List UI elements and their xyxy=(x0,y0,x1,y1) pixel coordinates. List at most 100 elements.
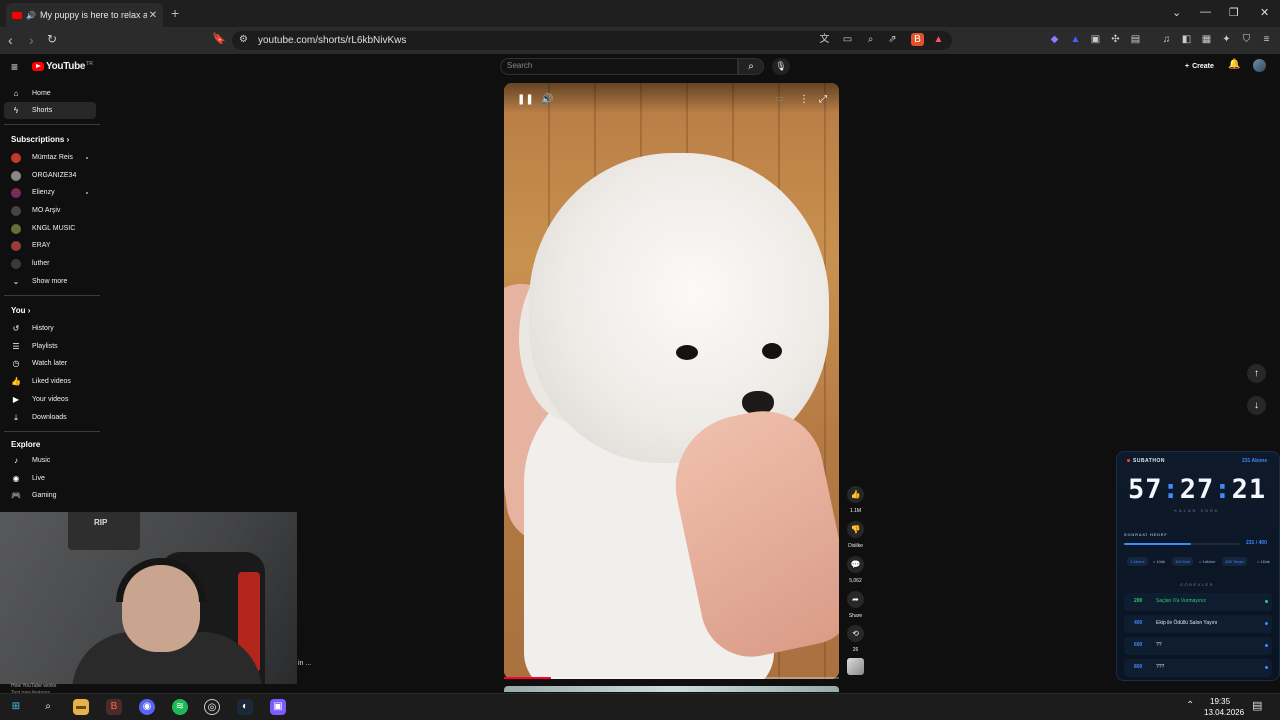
sidebar-item-label: Shorts xyxy=(32,107,53,114)
zoom-icon[interactable]: ⌕ xyxy=(864,33,877,46)
sidebar-item-subscription[interactable]: luther xyxy=(4,255,96,272)
steam-icon[interactable]: ◐ xyxy=(237,699,253,715)
tab-title: My puppy is here to relax and xyxy=(39,10,147,20)
speaker-icon[interactable]: 🔊 xyxy=(26,11,36,20)
tray-chevron-up-icon[interactable]: ⌃ xyxy=(1186,700,1194,711)
subscriptions-heading[interactable]: Subscriptions › xyxy=(11,135,69,144)
next-short-button[interactable]: ↓ xyxy=(1247,396,1266,415)
brave-rewards-icon[interactable]: ▲ xyxy=(932,33,945,46)
fullscreen-icon[interactable]: ⤢ xyxy=(819,94,827,105)
next-short-preview[interactable] xyxy=(504,686,839,692)
clock-time[interactable]: 19:35 xyxy=(1210,697,1230,706)
share-icon: ➦ xyxy=(852,595,859,604)
vpn-icon[interactable]: ⛉ xyxy=(1240,33,1253,46)
notifications-icon[interactable]: 🔔 xyxy=(1228,59,1240,70)
sidebar-item-history[interactable]: ↺ History xyxy=(4,320,96,337)
windows-start-icon[interactable]: ⊞ xyxy=(8,699,24,715)
sidebar-show-more[interactable]: ⌄ Show more xyxy=(4,273,96,290)
arrow-up-icon: ↑ xyxy=(1254,368,1259,379)
sidebar-item-subscription[interactable]: ORGANIZE34 xyxy=(4,167,96,184)
brave-shields-icon[interactable]: B xyxy=(911,33,924,46)
discord-icon[interactable]: ◉ xyxy=(139,699,155,715)
reload-icon[interactable]: ↻ xyxy=(47,32,57,46)
goal-text: Ekip ile Ödüllü Salon Yayını xyxy=(1156,620,1218,626)
audio-source-thumbnail[interactable] xyxy=(847,658,864,675)
you-heading[interactable]: You › xyxy=(11,306,30,315)
restore-icon[interactable]: ❐ xyxy=(1229,6,1239,19)
sidebar-item-watch-later[interactable]: ◷ Watch later xyxy=(4,355,96,372)
rule-chip: 1 Abone xyxy=(1127,557,1148,566)
extension-3-icon[interactable]: ▣ xyxy=(1089,33,1102,46)
bookmark-icon[interactable]: 🔖 xyxy=(212,32,226,45)
sidebar-item-your-videos[interactable]: ▶ Your videos xyxy=(4,391,96,408)
obs-icon[interactable]: ◎ xyxy=(204,699,220,715)
cast-icon[interactable]: ▭ xyxy=(841,33,854,46)
previous-short-button[interactable]: ↑ xyxy=(1247,364,1266,383)
split-view-icon[interactable]: ◧ xyxy=(1180,33,1193,46)
back-icon[interactable]: ‹ xyxy=(8,32,13,48)
url-text[interactable]: youtube.com/shorts/rL6kbNivKws xyxy=(258,35,406,46)
sidebar-item-liked-videos[interactable]: 👍 Liked videos xyxy=(4,373,96,390)
browser-tab[interactable]: 🔊 My puppy is here to relax and ✕ xyxy=(6,3,163,27)
translate-icon[interactable]: 文 xyxy=(818,33,831,46)
voice-search-button[interactable]: 🎙 xyxy=(772,58,790,75)
sidebar-item-gaming[interactable]: 🎮 Gaming xyxy=(4,487,96,504)
captions-icon[interactable]: ▭ xyxy=(776,94,784,103)
forward-icon[interactable]: › xyxy=(29,32,34,48)
more-options-icon[interactable]: ⋮ xyxy=(799,94,809,105)
account-avatar[interactable] xyxy=(1253,59,1266,72)
footer-link[interactable]: How YouTube works xyxy=(11,683,56,689)
minimize-icon[interactable]: — xyxy=(1200,6,1211,18)
clock-date[interactable]: 13.04.2026 xyxy=(1204,708,1244,717)
comments-button[interactable]: 💬 xyxy=(847,556,864,573)
windows-taskbar xyxy=(0,693,1280,720)
close-window-icon[interactable]: ✕ xyxy=(1260,6,1269,19)
sidebar-item-music[interactable]: ♪ Music xyxy=(4,452,96,469)
search-button[interactable]: ⌕ xyxy=(738,58,764,75)
share-page-icon[interactable]: ⇗ xyxy=(886,33,899,46)
search-icon[interactable]: ⌕ xyxy=(40,699,56,715)
thumbs-up-icon: 👍 xyxy=(850,490,861,499)
sidebar-item-subscription[interactable]: Mümtaz Reis xyxy=(4,149,96,166)
sidebar-item-subscription[interactable]: MO Arşiv xyxy=(4,202,96,219)
music-icon[interactable]: ♫ xyxy=(1160,33,1173,46)
leo-ai-icon[interactable]: ✦ xyxy=(1220,33,1233,46)
sidebar-item-downloads[interactable]: ⤓ Downloads xyxy=(4,409,96,426)
search-input[interactable] xyxy=(500,58,738,75)
sidebar-item-label: MO Arşiv xyxy=(32,207,61,214)
app-icon[interactable]: ▣ xyxy=(270,699,286,715)
menu-icon[interactable]: ≡ xyxy=(1260,33,1273,46)
sidebar-item-home[interactable]: ⌂ Home xyxy=(4,85,96,102)
file-explorer-icon[interactable]: ▬ xyxy=(73,699,89,715)
sidebar-item-shorts[interactable]: ϟ Shorts xyxy=(4,102,96,119)
extensions-icon[interactable]: ✣ xyxy=(1109,33,1122,46)
brave-browser-icon[interactable]: B xyxy=(106,699,122,715)
progress-bar[interactable] xyxy=(504,677,839,679)
guide-menu-icon[interactable]: ≡ xyxy=(11,60,18,74)
share-button[interactable]: ➦ xyxy=(847,591,864,608)
close-tab-icon[interactable]: ✕ xyxy=(147,10,159,21)
tab-search-chevron-icon[interactable]: ⌄ xyxy=(1172,6,1181,19)
sidebar-item-subscription[interactable]: Elienzy xyxy=(4,184,96,201)
volume-icon[interactable]: 🔊 xyxy=(541,94,553,105)
like-button[interactable]: 👍 xyxy=(847,486,864,503)
pause-icon[interactable]: ❚❚ xyxy=(517,94,534,105)
sidebar-item-playlists[interactable]: ☰ Playlists xyxy=(4,338,96,355)
sidebar-item-subscription[interactable]: KNGL MUSIC xyxy=(4,220,96,237)
sidebar-item-live[interactable]: ◉ Live xyxy=(4,470,96,487)
extension-2-icon[interactable]: ▲ xyxy=(1069,33,1082,46)
extension-1-icon[interactable]: ◆ xyxy=(1048,33,1061,46)
site-settings-icon[interactable]: ⚙ xyxy=(237,33,250,46)
spotify-icon[interactable]: ≋ xyxy=(172,699,188,715)
youtube-logo[interactable]: YouTube TR xyxy=(32,61,93,72)
download-icon: ⤓ xyxy=(14,412,18,422)
sidebar-panel-icon[interactable]: ▤ xyxy=(1129,33,1142,46)
dislike-button[interactable]: 👎 xyxy=(847,521,864,538)
remix-button[interactable]: ⟲ xyxy=(847,625,864,642)
create-button[interactable]: + Create xyxy=(1180,58,1219,75)
shorts-player[interactable] xyxy=(504,83,839,679)
notification-center-icon[interactable]: ▤ xyxy=(1252,699,1262,712)
new-tab-icon[interactable]: + xyxy=(171,5,179,21)
sidebar-item-subscription[interactable]: ERAY xyxy=(4,237,96,254)
wallet-icon[interactable]: ▦ xyxy=(1200,33,1213,46)
